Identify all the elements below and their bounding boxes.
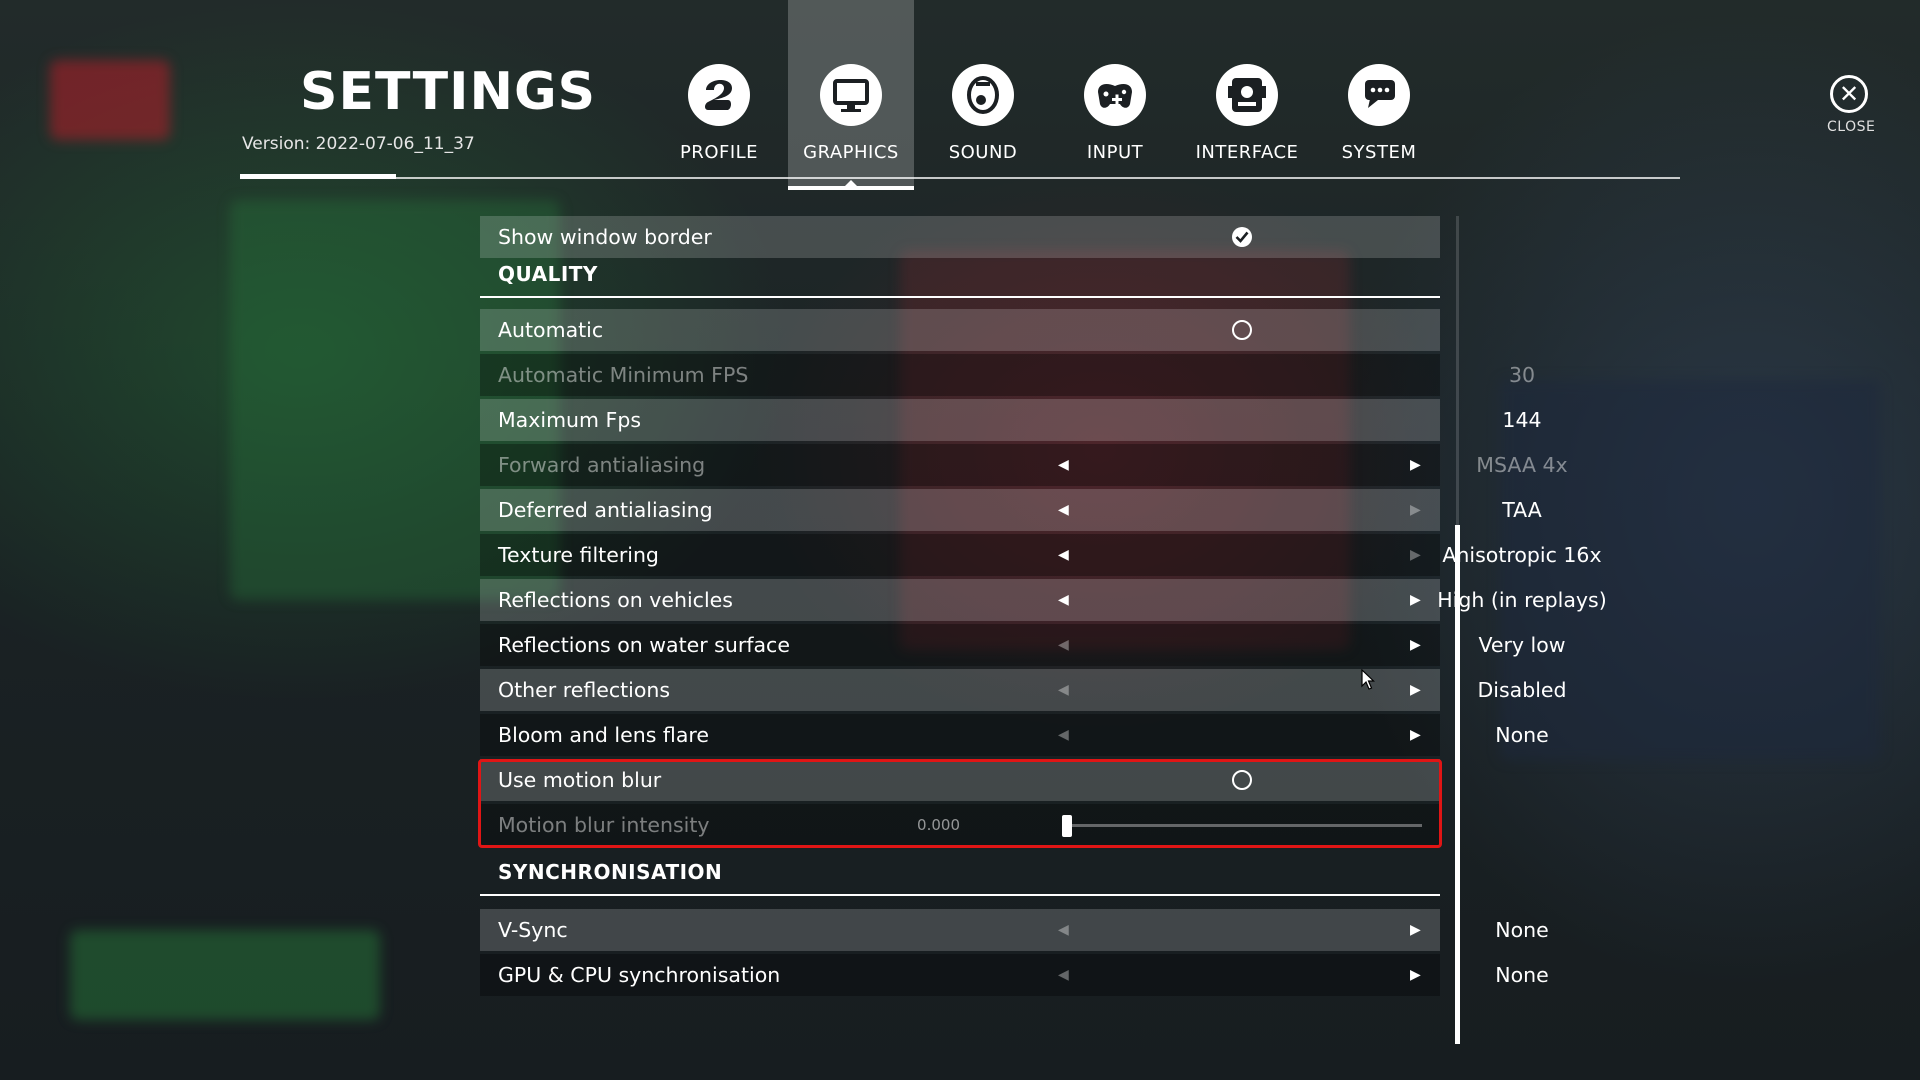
setting-gpu-cpu-sync[interactable]: GPU & CPU synchronisation ◀ None ▶ [480,954,1549,996]
setting-label: V-Sync [498,918,568,942]
arrow-right-icon[interactable]: ▶ [1410,624,1421,666]
arrow-right-icon[interactable]: ▶ [1410,489,1421,531]
profile-icon [688,64,750,126]
setting-reflections-water[interactable]: Reflections on water surface ◀ Very low … [480,624,1566,666]
tab-graphics[interactable]: GRAPHICS [788,0,914,190]
section-synchronisation: SYNCHRONISATION [480,856,1440,896]
arrow-left-icon[interactable]: ◀ [1058,534,1069,576]
tab-sound[interactable]: SOUND [920,0,1046,190]
arrow-right-icon[interactable]: ▶ [1410,909,1421,951]
tab-profile[interactable]: PROFILE [656,0,782,190]
gamepad-icon [1084,64,1146,126]
setting-max-fps[interactable]: Maximum Fps 144 [480,399,1542,441]
tab-input[interactable]: INPUT [1052,0,1178,190]
setting-label: Show window border [498,225,712,249]
arrow-left-icon[interactable]: ◀ [1058,489,1069,531]
setting-label: Reflections on water surface [498,633,790,657]
setting-value: TAA [1502,498,1542,522]
setting-value: MSAA 4x [1476,453,1568,477]
arrow-left-icon[interactable]: ◀ [1058,669,1069,711]
setting-label: Forward antialiasing [498,453,706,477]
section-quality: QUALITY [480,258,1440,298]
section-title: SYNCHRONISATION [498,860,723,884]
section-divider [480,894,1440,896]
setting-label: Deferred antialiasing [498,498,713,522]
motion-blur-highlight-box [478,759,1442,848]
setting-label: Texture filtering [498,543,659,567]
tab-label: INPUT [1086,142,1144,163]
setting-automatic[interactable]: Automatic [480,309,1440,351]
setting-vsync[interactable]: V-Sync ◀ None ▶ [480,909,1549,951]
arrow-left-icon[interactable]: ◀ [1058,714,1069,756]
setting-value: Anisotropic 16x [1442,543,1602,567]
setting-label: Other reflections [498,678,671,702]
setting-value[interactable]: 144 [1422,399,1622,441]
arrow-left-icon[interactable]: ◀ [1058,444,1069,486]
setting-value: None [1495,918,1549,942]
setting-label: Maximum Fps [498,408,642,432]
arrow-left-icon[interactable]: ◀ [1058,954,1069,996]
arrow-right-icon[interactable]: ▶ [1410,579,1421,621]
speaker-icon [952,64,1014,126]
version-text: Version: 2022-07-06_11_37 [242,134,475,154]
setting-forward-aa[interactable]: Forward antialiasing ◀ MSAA 4x ▶ [480,444,1568,486]
arrow-left-icon[interactable]: ◀ [1058,624,1069,666]
tab-label: SOUND [948,142,1018,163]
setting-value: None [1495,723,1549,747]
monitor-icon [820,64,882,126]
header-divider-accent [240,174,396,179]
toggle-off[interactable] [1232,320,1252,340]
setting-label: Reflections on vehicles [498,588,733,612]
section-divider [480,296,1440,298]
section-title: QUALITY [498,262,598,286]
arrow-right-icon[interactable]: ▶ [1410,534,1421,576]
setting-value: Very low [1478,633,1566,657]
page-title: SETTINGS [300,62,597,122]
arrow-right-icon[interactable]: ▶ [1410,714,1421,756]
checkbox-checked[interactable] [1232,227,1252,247]
arrow-left-icon[interactable]: ◀ [1058,909,1069,951]
setting-bloom[interactable]: Bloom and lens flare ◀ None ▶ [480,714,1549,756]
setting-label: Automatic Minimum FPS [498,363,749,387]
tab-label: GRAPHICS [803,142,899,163]
background-blur [70,930,380,1020]
arrow-right-icon[interactable]: ▶ [1410,954,1421,996]
tab-interface[interactable]: INTERFACE [1184,0,1310,190]
setting-deferred-aa[interactable]: Deferred antialiasing ◀ TAA ▶ [480,489,1542,531]
close-icon: ✕ [1830,75,1868,113]
setting-value: None [1495,963,1549,987]
interface-icon [1216,64,1278,126]
arrow-right-icon[interactable]: ▶ [1410,444,1421,486]
close-button[interactable]: ✕ CLOSE [1827,75,1876,135]
setting-texture-filtering[interactable]: Texture filtering ◀ Anisotropic 16x ▶ [480,534,1602,576]
scrollbar-thumb[interactable] [1455,525,1460,1044]
chat-icon [1348,64,1410,126]
setting-value: High (in replays) [1437,588,1607,612]
tab-label: SYSTEM [1341,142,1417,163]
setting-label: Automatic [498,318,604,342]
tab-system[interactable]: SYSTEM [1316,0,1442,190]
active-tab-underline [788,186,914,190]
setting-show-window-border[interactable]: Show window border [480,216,1440,258]
background-blur [50,60,170,140]
setting-other-reflections[interactable]: Other reflections ◀ Disabled ▶ [480,669,1567,711]
arrow-left-icon[interactable]: ◀ [1058,579,1069,621]
tab-label: INTERFACE [1195,142,1299,163]
close-label: CLOSE [1827,119,1876,135]
mouse-cursor-icon [1361,668,1375,695]
tab-label: PROFILE [679,142,759,163]
setting-label: Bloom and lens flare [498,723,709,747]
setting-reflections-vehicles[interactable]: Reflections on vehicles ◀ High (in repla… [480,579,1607,621]
setting-value: Disabled [1477,678,1567,702]
setting-auto-min-fps[interactable]: Automatic Minimum FPS 30 [480,354,1535,396]
arrow-right-icon[interactable]: ▶ [1410,669,1421,711]
setting-value[interactable]: 30 [1422,354,1622,396]
setting-label: GPU & CPU synchronisation [498,963,781,987]
